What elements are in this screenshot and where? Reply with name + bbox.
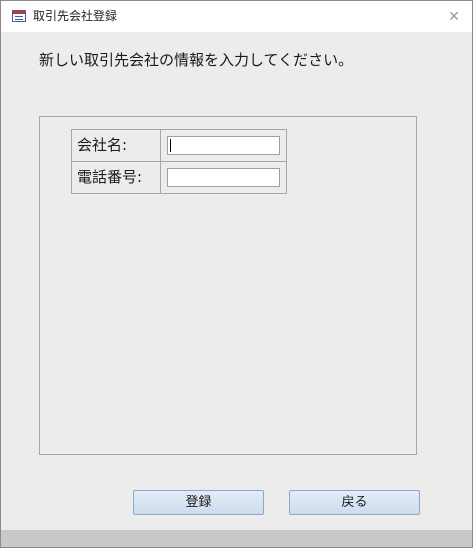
window-title: 取引先会社登録 <box>33 9 118 23</box>
title-bar[interactable]: 取引先会社登録 ✕ <box>1 1 472 32</box>
form-app-icon <box>12 10 26 22</box>
company-name-input[interactable] <box>167 136 280 155</box>
dialog-window: 取引先会社登録 ✕ 新しい取引先会社の情報を入力してください。 会社名: 電話番… <box>0 0 473 548</box>
phone-number-input-cell <box>160 161 287 194</box>
phone-number-label: 電話番号: <box>77 168 143 186</box>
close-icon[interactable]: ✕ <box>445 8 463 26</box>
phone-number-input[interactable] <box>167 168 280 187</box>
company-name-label-cell: 会社名: <box>71 129 161 162</box>
back-button[interactable]: 戻る <box>289 490 420 515</box>
entry-form: 会社名: 電話番号: <box>71 129 287 194</box>
phone-number-label-cell: 電話番号: <box>71 161 161 194</box>
company-name-input-cell <box>160 129 287 162</box>
status-strip <box>1 530 472 547</box>
text-caret <box>170 139 171 152</box>
company-name-label: 会社名: <box>77 136 128 154</box>
register-button[interactable]: 登録 <box>133 490 264 515</box>
instruction-text: 新しい取引先会社の情報を入力してください。 <box>39 51 354 69</box>
